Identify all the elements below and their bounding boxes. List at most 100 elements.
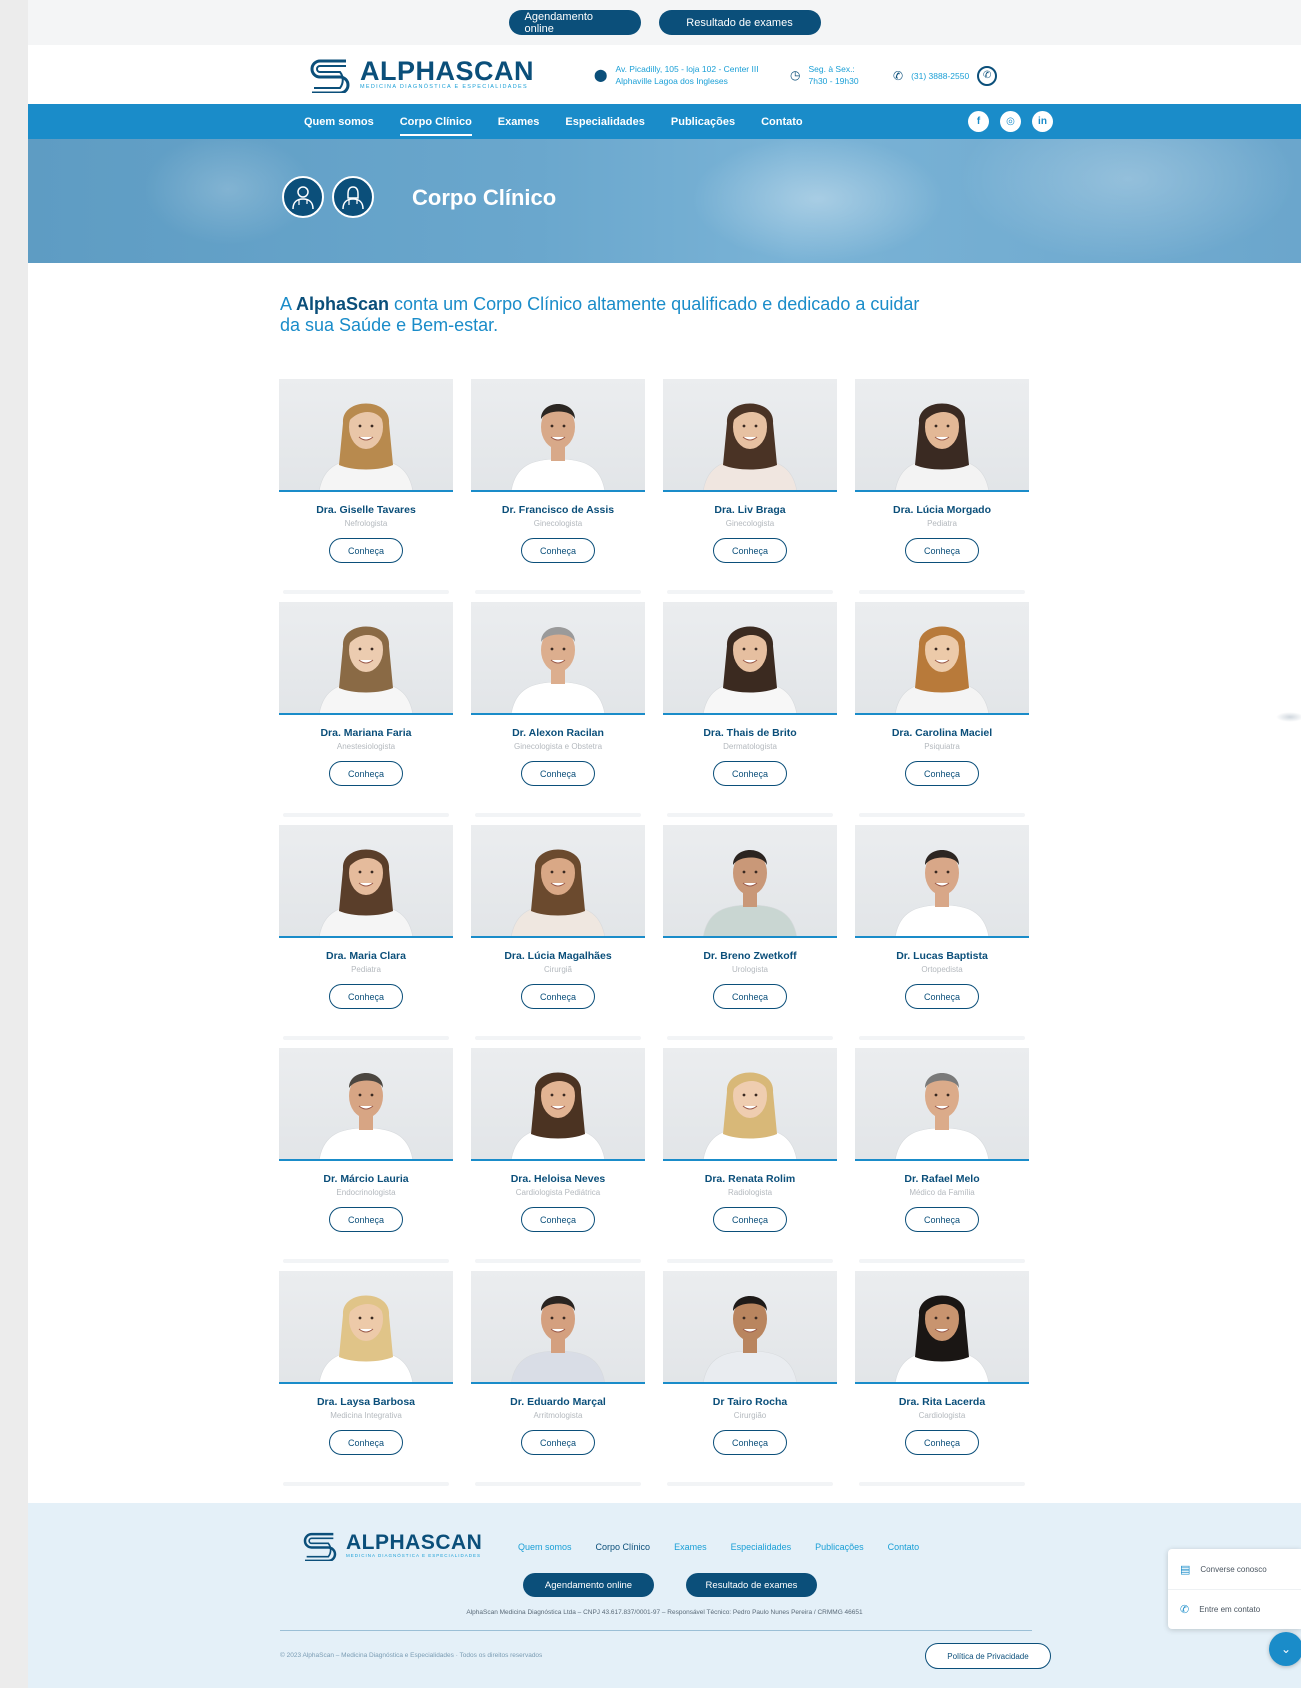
doctor-card: Dr. Rafael Melo Médico da Família Conheça	[855, 1048, 1029, 1271]
doctor-photo	[663, 379, 837, 492]
chat-contact-option[interactable]: ✆ Entre em contato	[1168, 1589, 1301, 1629]
learn-more-button[interactable]: Conheça	[329, 984, 403, 1009]
footer-link-0[interactable]: Quem somos	[518, 1542, 572, 1552]
doctor-card: Dra. Lúcia Magalhães Cirurgiã Conheça	[471, 825, 645, 1048]
portrait-image	[319, 626, 413, 713]
chat-talk-label: Converse conosco	[1200, 1564, 1267, 1574]
whatsapp-icon[interactable]: ✆	[977, 66, 998, 86]
doctor-specialty: Ginecologista	[533, 519, 583, 528]
portrait-image	[895, 626, 989, 713]
doctor-photo	[855, 1048, 1029, 1161]
portrait-image	[703, 1296, 797, 1382]
portrait-image	[511, 1072, 605, 1159]
learn-more-button[interactable]: Conheça	[329, 1430, 403, 1455]
footer-logo[interactable]: ALPHASCAN MEDICINA DIAGNÓSTICA E ESPECIA…	[300, 1529, 482, 1561]
learn-more-button[interactable]: Conheça	[713, 1207, 787, 1232]
footer-results-button[interactable]: Resultado de exames	[686, 1573, 817, 1597]
intro-text: A AlphaScan conta um Corpo Clínico altam…	[280, 294, 920, 336]
footer-link-1[interactable]: Corpo Clínico	[596, 1542, 651, 1552]
doctor-photo	[471, 1048, 645, 1161]
learn-more-button[interactable]: Conheça	[329, 761, 403, 786]
doctor-name: Dr. Rafael Melo	[904, 1173, 980, 1185]
privacy-policy-button[interactable]: Política de Privacidade	[925, 1643, 1051, 1669]
doctor-card: Dra. Heloisa Neves Cardiologista Pediátri…	[471, 1048, 645, 1271]
doctor-specialty: Cirurgião	[733, 1411, 767, 1420]
footer-link-5[interactable]: Contato	[888, 1542, 920, 1552]
footer: ALPHASCAN MEDICINA DIAGNÓSTICA E ESPECIA…	[28, 1503, 1301, 1688]
intro-brand: AlphaScan	[296, 294, 390, 314]
learn-more-button[interactable]: Conheça	[905, 1207, 979, 1232]
doctor-specialty: Cardiologista Pediátrica	[515, 1188, 601, 1197]
chat-toggle-button[interactable]: ⌄	[1269, 1632, 1301, 1666]
doctor-specialty: Anestesiologista	[336, 742, 396, 751]
learn-more-button[interactable]: Conheça	[521, 761, 595, 786]
doctor-name: Dr. Breno Zwetkoff	[703, 950, 797, 962]
header: ALPHASCAN MEDICINA DIAGNÓSTICA E ESPECIA…	[28, 45, 1301, 104]
doctor-specialty: Cardiologista	[918, 1411, 966, 1420]
doctor-name: Dra. Laysa Barbosa	[316, 1396, 416, 1408]
linkedin-icon[interactable]: in	[1032, 111, 1053, 132]
learn-more-button[interactable]: Conheça	[905, 984, 979, 1009]
intro-prefix: A	[280, 294, 297, 314]
learn-more-button[interactable]: Conheça	[713, 761, 787, 786]
learn-more-button[interactable]: Conheça	[521, 1430, 595, 1455]
learn-more-button[interactable]: Conheça	[905, 1430, 979, 1455]
phone-icon: ✆	[893, 69, 904, 83]
nav-item-3[interactable]: Especialidades	[565, 104, 645, 139]
doctor-name: Dra. Lúcia Morgado	[892, 504, 991, 516]
doctor-card: Dr Tairo Rocha Cirurgião Conheça	[663, 1271, 837, 1494]
hours-info: ◷ Seg. à Sex.: 7h30 - 19h30	[790, 63, 859, 87]
footer-schedule-button[interactable]: Agendamento online	[523, 1573, 654, 1597]
learn-more-button[interactable]: Conheça	[521, 538, 595, 563]
learn-more-button[interactable]: Conheça	[713, 984, 787, 1009]
copyright-text: © 2023 AlphaScan – Medicina Diagnóstica …	[280, 1652, 543, 1659]
chevron-down-icon: ⌄	[1280, 1642, 1292, 1656]
facebook-icon[interactable]: f	[968, 111, 989, 132]
nav-item-0[interactable]: Quem somos	[304, 104, 374, 139]
portrait-image	[895, 1295, 989, 1382]
learn-more-button[interactable]: Conheça	[713, 1430, 787, 1455]
footer-link-4[interactable]: Publicações	[815, 1542, 864, 1552]
learn-more-button[interactable]: Conheça	[329, 538, 403, 563]
learn-more-button[interactable]: Conheça	[713, 538, 787, 563]
learn-more-button[interactable]: Conheça	[905, 761, 979, 786]
doctor-card: Dr. Eduardo Marçal Arritmologista Conheça	[471, 1271, 645, 1494]
male-doctor-icon	[282, 176, 324, 218]
doctor-card: Dra. Mariana Faria Anestesiologista Conheç…	[279, 602, 453, 825]
doctor-name: Dr. Lucas Baptista	[896, 950, 988, 962]
doctor-card: Dra. Rita Lacerda Cardiologista Conheça	[855, 1271, 1029, 1494]
footer-link-2[interactable]: Exames	[674, 1542, 707, 1552]
page-title: Corpo Clínico	[412, 185, 557, 210]
doctor-photo	[279, 602, 453, 715]
learn-more-button[interactable]: Conheça	[329, 1207, 403, 1232]
footer-link-3[interactable]: Especialidades	[731, 1542, 792, 1552]
doctor-name: Dra. Liv Braga	[714, 504, 786, 516]
portrait-image	[511, 404, 605, 490]
doctor-name: Dr Tairo Rocha	[712, 1396, 788, 1408]
doctor-specialty: Médico da Família	[909, 1188, 975, 1197]
portrait-image	[319, 403, 413, 490]
learn-more-button[interactable]: Conheça	[521, 984, 595, 1009]
phone-info[interactable]: ✆ (31) 3888-2550 ✆	[893, 66, 998, 86]
logo[interactable]: ALPHASCAN MEDICINA DIAGNÓSTICA E ESPECIA…	[306, 55, 534, 93]
nav-item-5[interactable]: Contato	[761, 104, 803, 139]
schedule-online-button[interactable]: Agendamento online	[508, 10, 641, 35]
nav-item-1[interactable]: Corpo Clínico	[399, 104, 472, 139]
doctor-name: Dra. Heloisa Neves	[510, 1173, 606, 1185]
learn-more-button[interactable]: Conheça	[905, 538, 979, 563]
instagram-icon[interactable]: ◎	[1000, 111, 1021, 132]
chat-talk-option[interactable]: ▤ Converse conosco	[1168, 1549, 1301, 1589]
portrait-image	[319, 849, 413, 936]
learn-more-button[interactable]: Conheça	[521, 1207, 595, 1232]
nav-item-2[interactable]: Exames	[498, 104, 540, 139]
portrait-image	[319, 1295, 413, 1382]
nav-item-4[interactable]: Publicações	[671, 104, 735, 139]
doctor-card: Dra. Lúcia Morgado Pediatra Conheça	[855, 379, 1029, 602]
doctor-name: Dr. Alexon Racilan	[512, 727, 604, 739]
doctor-card: Dra. Laysa Barbosa Medicina Integrativa Co…	[279, 1271, 453, 1494]
doctor-name: Dra. Maria Clara	[326, 950, 406, 962]
doctor-card: Dra. Liv Braga Ginecologista Conheça	[663, 379, 837, 602]
hours-line-1: Seg. à Sex.:	[808, 64, 855, 74]
doctor-name: Dra. Carolina Maciel	[891, 727, 993, 739]
exam-results-button[interactable]: Resultado de exames	[658, 10, 821, 35]
